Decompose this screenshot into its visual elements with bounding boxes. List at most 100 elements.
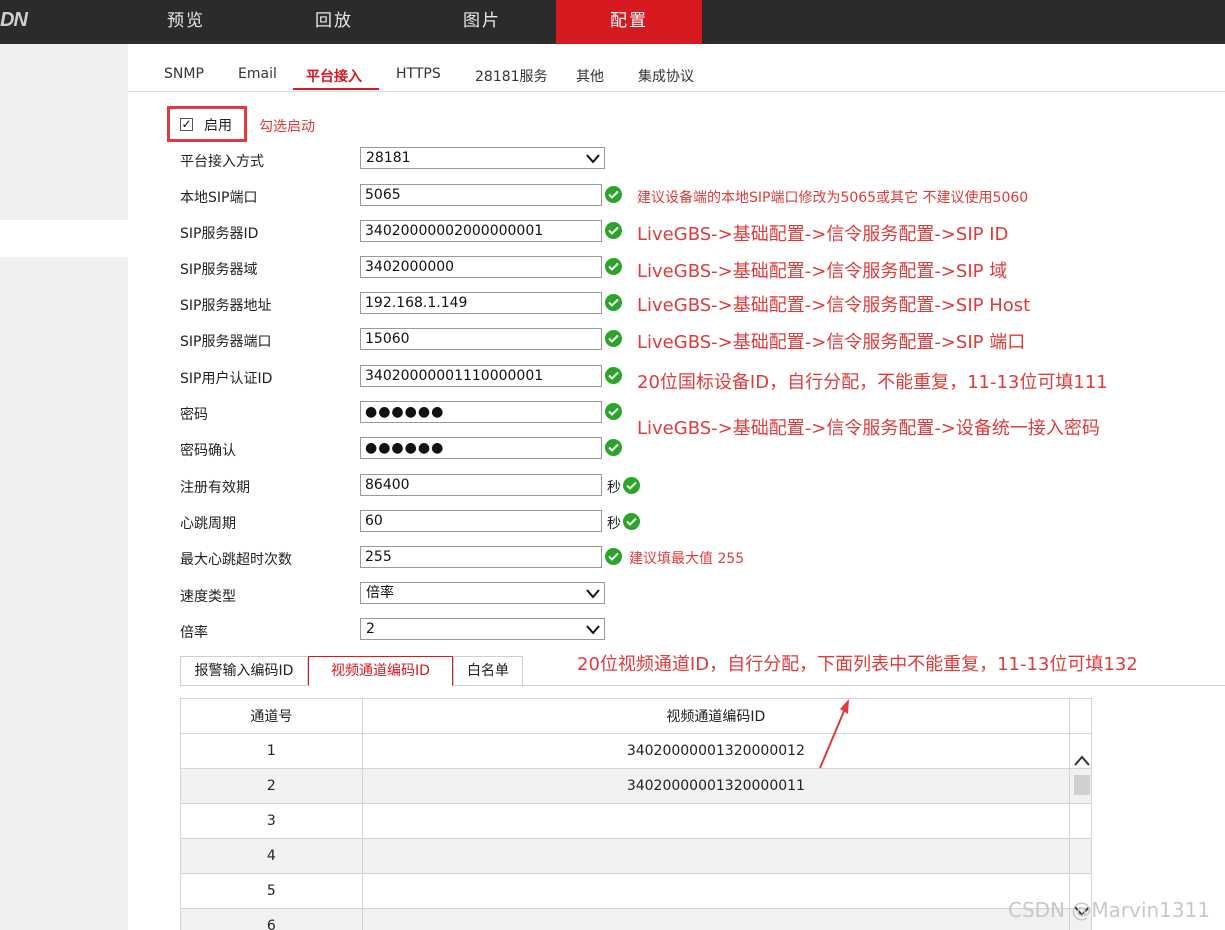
sip-server-domain-label: SIP服务器域 [180,262,258,278]
speed-type-value: 倍率 [366,585,394,601]
sip-server-address-annotation: LiveGBS->基础配置->信令服务配置->SIP Host [637,295,1031,316]
chevron-down-icon [586,625,600,635]
check-circle-icon [605,548,622,565]
channel-id-cell[interactable]: 34020000001320000011 [361,768,1071,804]
table-row[interactable]: 3 [180,803,1092,839]
brand-logo: DN [0,9,28,31]
sidebar-selected-item[interactable] [0,220,128,257]
channel-table: 通道号 视频通道编码ID 1 34020000001320000012 2 34… [180,698,1092,930]
channel-id-cell[interactable] [361,838,1071,874]
tab-video-channel-id[interactable]: 视频通道编码ID [308,656,453,686]
table-header-channel-no: 通道号 [180,698,363,734]
enable-label: 启用 [204,118,232,134]
sip-server-port-label: SIP服务器端口 [180,334,272,350]
tab-whitelist[interactable]: 白名单 [453,656,523,686]
tab-platform-access[interactable]: 平台接入 [306,66,362,86]
check-circle-icon [605,258,622,275]
chevron-up-icon[interactable] [1072,752,1092,770]
max-heartbeat-timeout-annotation: 建议填最大值 255 [629,551,745,567]
max-heartbeat-timeout-label: 最大心跳超时次数 [180,552,292,568]
channel-no-cell: 1 [180,733,363,769]
channel-no-cell: 5 [180,873,363,909]
check-circle-icon [605,186,622,203]
channel-id-cell[interactable] [361,803,1071,839]
sip-server-domain-annotation: LiveGBS->基础配置->信令服务配置->SIP 域 [637,261,1008,282]
enable-checkbox[interactable]: ✓ [180,118,193,131]
password-confirm-input[interactable]: ●●●●●● [360,437,602,459]
tab-email[interactable]: Email [238,66,277,82]
channel-no-cell: 2 [180,768,363,804]
watermark: CSDN @Marvin1311 [1008,898,1211,922]
access-mode-select[interactable]: 28181 [360,147,605,169]
access-mode-value: 28181 [366,150,411,166]
speed-type-select[interactable]: 倍率 [360,582,605,604]
check-circle-icon [605,439,622,456]
sip-server-port-annotation: LiveGBS->基础配置->信令服务配置->SIP 端口 [637,332,1026,353]
ratio-select[interactable]: 2 [360,618,605,640]
table-row[interactable]: 5 [180,873,1092,909]
annotation-arrow-icon [819,699,849,769]
sip-server-id-label: SIP服务器ID [180,226,259,242]
check-circle-icon [605,222,622,239]
scroll-track[interactable] [1069,838,1092,874]
tab-28181-service[interactable]: 28181服务 [475,66,548,86]
register-validity-unit: 秒 [607,480,621,496]
sip-server-domain-input[interactable]: 3402000000 [360,256,602,278]
nav-preview[interactable]: 预览 [113,0,259,44]
enable-annotation: 勾选启动 [259,119,315,135]
sip-server-address-label: SIP服务器地址 [180,298,272,314]
tab-integration-protocol[interactable]: 集成协议 [638,66,694,86]
table-row[interactable]: 2 34020000001320000011 [180,768,1092,804]
channel-no-cell: 4 [180,838,363,874]
local-sip-port-input[interactable]: 5065 [360,184,602,206]
password-input[interactable]: ●●●●●● [360,401,602,423]
channel-id-cell[interactable] [361,873,1071,909]
table-header-video-channel-id: 视频通道编码ID [361,698,1071,734]
left-sidebar [0,44,128,930]
tab-other[interactable]: 其他 [576,66,604,86]
enable-highlight-box: ✓ 启用 [167,106,247,142]
speed-type-label: 速度类型 [180,589,236,605]
password-confirm-label: 密码确认 [180,443,236,459]
channel-annotation: 20位视频通道ID，自行分配，下面列表中不能重复，11-13位可填132 [577,654,1138,675]
max-heartbeat-timeout-input[interactable]: 255 [360,546,602,568]
chevron-down-icon [586,589,600,599]
table-row[interactable]: 1 34020000001320000012 [180,733,1092,769]
sip-server-id-input[interactable]: 34020000002000000001 [360,220,602,242]
heartbeat-period-input[interactable]: 60 [360,510,602,532]
table-row[interactable]: 4 [180,838,1092,874]
channel-id-cell[interactable] [361,908,1071,930]
table-row[interactable]: 6 [180,908,1092,930]
sip-server-port-input[interactable]: 15060 [360,328,602,350]
heartbeat-period-label: 心跳周期 [180,516,236,532]
access-mode-label: 平台接入方式 [180,154,264,170]
sip-user-auth-id-label: SIP用户认证ID [180,371,273,387]
heartbeat-period-unit: 秒 [607,516,621,532]
scrollbar-thumb[interactable] [1074,775,1090,795]
check-circle-icon [605,403,622,420]
channel-no-cell: 6 [180,908,363,930]
password-label: 密码 [180,407,208,423]
nav-playback[interactable]: 回放 [261,0,407,44]
register-validity-input[interactable]: 86400 [360,474,602,496]
sip-server-address-input[interactable]: 192.168.1.149 [360,292,602,314]
register-validity-label: 注册有效期 [180,480,250,496]
nav-config[interactable]: 配置 [556,0,702,44]
table-header-scroll [1069,698,1092,734]
ratio-value: 2 [366,621,375,637]
sip-server-id-annotation: LiveGBS->基础配置->信令服务配置->SIP ID [637,224,1009,245]
channel-id-cell[interactable]: 34020000001320000012 [361,733,1071,769]
check-circle-icon [623,477,640,494]
local-sip-port-label: 本地SIP端口 [180,190,258,206]
password-annotation: LiveGBS->基础配置->信令服务配置->设备统一接入密码 [637,418,1100,439]
scroll-track[interactable] [1069,803,1092,839]
local-sip-port-annotation: 建议设备端的本地SIP端口修改为5065或其它 不建议使用5060 [637,190,1029,206]
tab-alarm-input-id[interactable]: 报警输入编码ID [180,656,308,686]
nav-pictures[interactable]: 图片 [409,0,555,44]
top-nav-bar: DN 预览 回放 图片 配置 [0,0,1225,44]
channel-no-cell: 3 [180,803,363,839]
tab-https[interactable]: HTTPS [396,66,441,82]
tab-snmp[interactable]: SNMP [164,66,204,82]
sip-user-auth-id-annotation: 20位国标设备ID，自行分配，不能重复，11-13位可填111 [637,372,1108,393]
sip-user-auth-id-input[interactable]: 34020000001110000001 [360,365,602,387]
